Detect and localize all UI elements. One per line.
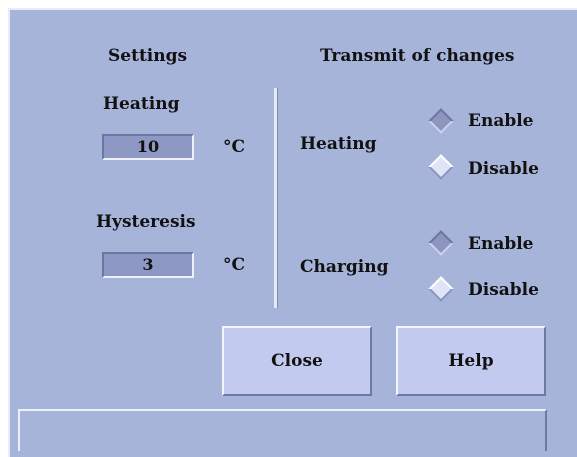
hysteresis-setting-label: Hysteresis <box>96 212 196 232</box>
settings-dialog: Settings Heating 10 °C Hysteresis 3 °C T… <box>8 8 577 457</box>
heating-value-field[interactable]: 10 <box>102 134 194 160</box>
close-button[interactable]: Close <box>222 326 372 396</box>
radio-diamond-icon <box>428 276 454 302</box>
transmit-title: Transmit of changes <box>320 46 515 66</box>
radio-diamond-icon <box>428 154 454 180</box>
column-divider <box>274 88 278 308</box>
heating-enable-label: Enable <box>468 111 534 131</box>
transmit-charging-label: Charging <box>300 257 389 277</box>
charging-disable-label: Disable <box>468 280 539 300</box>
hysteresis-value-field[interactable]: 3 <box>102 252 194 278</box>
heating-setting-label: Heating <box>103 94 180 114</box>
help-button[interactable]: Help <box>396 326 546 396</box>
heating-disable-radio[interactable] <box>426 152 456 182</box>
radio-diamond-icon <box>428 230 454 256</box>
charging-enable-label: Enable <box>468 234 534 254</box>
status-bar <box>18 409 547 451</box>
heating-enable-radio[interactable] <box>426 106 456 136</box>
transmit-heating-label: Heating <box>300 134 377 154</box>
settings-title: Settings <box>108 46 188 66</box>
heating-unit-label: °C <box>223 137 246 157</box>
hysteresis-unit-label: °C <box>223 255 246 275</box>
heating-disable-label: Disable <box>468 159 539 179</box>
charging-enable-radio[interactable] <box>426 228 456 258</box>
radio-diamond-icon <box>428 108 454 134</box>
charging-disable-radio[interactable] <box>426 274 456 304</box>
